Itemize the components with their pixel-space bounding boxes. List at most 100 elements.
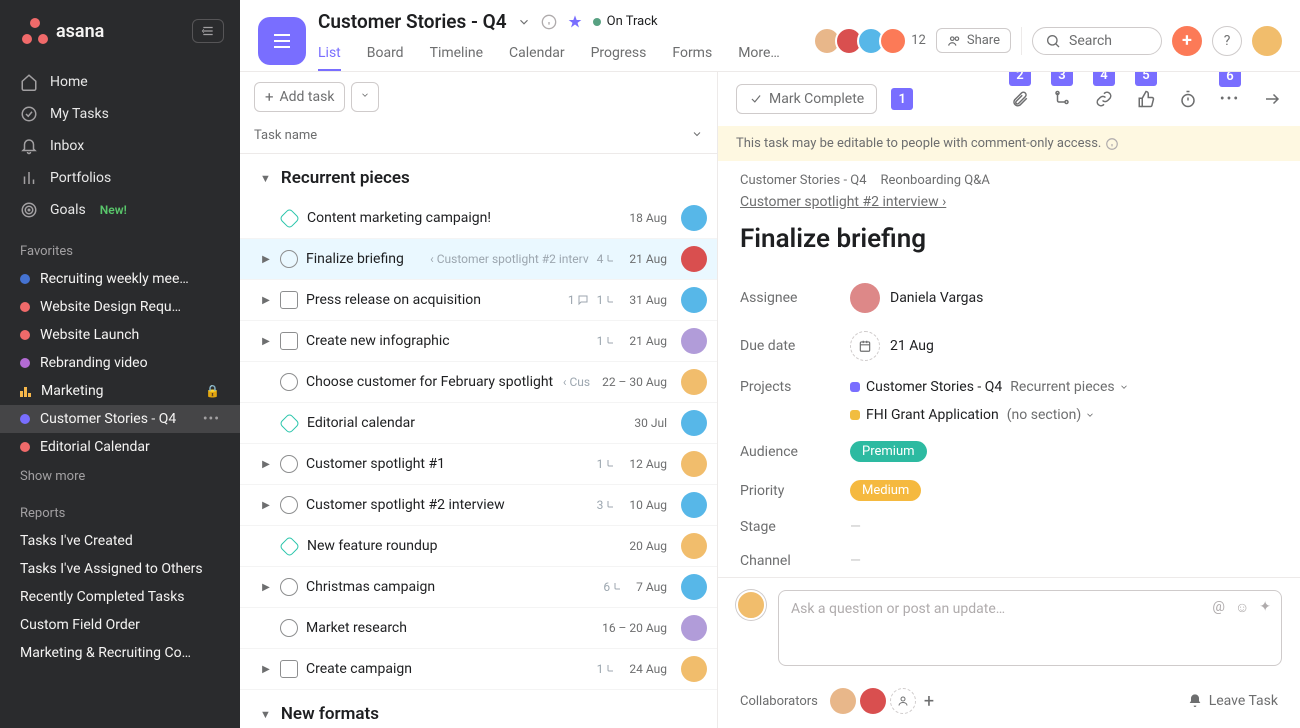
quick-add-button[interactable]: + (1172, 26, 1202, 56)
assignee-avatar[interactable] (681, 615, 707, 641)
task-title[interactable]: Finalize briefing (740, 224, 1278, 254)
project-status[interactable]: On Track (593, 14, 658, 29)
task-row[interactable]: ▶Create campaign 1 24 Aug (240, 649, 717, 690)
section-dropdown[interactable]: (no section) (1007, 407, 1096, 423)
complete-checkbox[interactable] (280, 578, 298, 596)
attachment-button[interactable]: 2 (1010, 90, 1030, 108)
add-task-dropdown[interactable] (351, 82, 379, 112)
complete-checkbox[interactable] (280, 619, 298, 637)
tab-timeline[interactable]: Timeline (430, 39, 483, 71)
caret-right-icon[interactable]: ▶ (260, 500, 272, 511)
caret-right-icon[interactable]: ▶ (260, 664, 272, 675)
favorite-item[interactable]: Editorial Calendar (0, 433, 240, 461)
nav-my-tasks[interactable]: My Tasks (0, 98, 240, 130)
assignee-avatar[interactable] (681, 328, 707, 354)
info-icon[interactable] (541, 14, 557, 30)
report-item[interactable]: Custom Field Order (0, 611, 240, 639)
tab-more…[interactable]: More… (738, 39, 780, 71)
assignee-field[interactable]: Assignee Daniela Vargas (740, 274, 1278, 322)
favorite-item[interactable]: Marketing🔒 (0, 377, 240, 405)
caret-right-icon[interactable]: ▶ (260, 254, 272, 265)
leave-task-button[interactable]: Leave Task (1187, 693, 1278, 709)
approval-icon[interactable] (279, 535, 300, 556)
assignee-avatar[interactable] (681, 205, 707, 231)
task-row[interactable]: ▶Christmas campaign 6 7 Aug (240, 567, 717, 608)
tab-progress[interactable]: Progress (591, 39, 647, 71)
more-icon[interactable]: ••• (203, 411, 220, 427)
tab-list[interactable]: List (318, 39, 341, 71)
section-header[interactable]: ▼Recurrent pieces (240, 154, 717, 198)
caret-right-icon[interactable]: ▶ (260, 295, 272, 306)
assignee-avatar[interactable] (681, 533, 707, 559)
close-detail-button[interactable] (1262, 90, 1282, 108)
projects-field[interactable]: Projects Customer Stories - Q4Recurrent … (740, 370, 1278, 432)
asana-logo[interactable]: asana (22, 18, 104, 44)
like-button[interactable]: 5 (1136, 90, 1156, 108)
subtask-button[interactable]: 3 (1052, 90, 1072, 108)
chevron-down-icon[interactable] (517, 15, 531, 29)
user-avatar[interactable] (1252, 26, 1282, 56)
star-icon[interactable]: ✦ (1259, 599, 1271, 616)
favorite-item[interactable]: Recruiting weekly mee… (0, 265, 240, 293)
task-row[interactable]: Market research 16 – 20 Aug (240, 608, 717, 649)
complete-checkbox[interactable] (280, 455, 298, 473)
task-row[interactable]: ▶Create new infographic 1 21 Aug (240, 321, 717, 362)
assignee-avatar[interactable] (681, 287, 707, 313)
approval-icon[interactable] (279, 207, 300, 228)
audience-field[interactable]: Audience Premium (740, 432, 1278, 471)
tab-board[interactable]: Board (367, 39, 404, 71)
task-row[interactable]: Choose customer for February spotlight‹ … (240, 362, 717, 403)
nav-portfolios[interactable]: Portfolios (0, 162, 240, 194)
project-icon[interactable] (258, 17, 306, 65)
tab-forms[interactable]: Forms (672, 39, 712, 71)
task-row[interactable]: ▶Finalize briefing‹ Customer spotlight #… (240, 239, 717, 280)
favorite-item[interactable]: Website Design Requ… (0, 293, 240, 321)
channel-field[interactable]: Channel — (740, 544, 1278, 577)
task-row[interactable]: ▶Customer spotlight #2 interview 3 10 Au… (240, 485, 717, 526)
mark-complete-button[interactable]: Mark Complete (736, 84, 877, 114)
nav-inbox[interactable]: Inbox (0, 130, 240, 162)
show-more-link[interactable]: Show more (0, 461, 240, 492)
task-row[interactable]: Content marketing campaign! 18 Aug (240, 198, 717, 239)
report-item[interactable]: Recently Completed Tasks (0, 583, 240, 611)
task-row[interactable]: New feature roundup 20 Aug (240, 526, 717, 567)
task-row[interactable]: Editorial calendar 30 Jul (240, 403, 717, 444)
complete-checkbox[interactable] (280, 496, 298, 514)
assignee-avatar[interactable] (681, 410, 707, 436)
more-actions-button[interactable]: 6 ••• (1220, 91, 1240, 107)
search-input[interactable]: Search (1032, 27, 1162, 55)
project-chip[interactable]: Customer Stories - Q4 (850, 379, 1002, 395)
timer-button[interactable] (1178, 90, 1198, 108)
duedate-field[interactable]: Due date 21 Aug (740, 322, 1278, 370)
complete-checkbox[interactable] (280, 373, 298, 391)
stage-field[interactable]: Stage — (740, 510, 1278, 544)
favorite-item[interactable]: Customer Stories - Q4••• (0, 405, 240, 433)
mention-icon[interactable]: @ (1212, 599, 1225, 616)
emoji-icon[interactable]: ☺ (1235, 599, 1249, 616)
copy-link-button[interactable]: 4 (1094, 90, 1114, 108)
section-dropdown[interactable]: Recurrent pieces (1010, 379, 1128, 395)
collapse-sidebar-button[interactable] (192, 19, 224, 43)
parent-task-link[interactable]: Customer spotlight #2 interview › (740, 194, 946, 210)
nav-home[interactable]: Home (0, 66, 240, 98)
add-task-button[interactable]: + Add task (254, 82, 345, 112)
add-collaborator-button[interactable]: + (924, 691, 934, 712)
report-item[interactable]: Tasks I've Created (0, 527, 240, 555)
collaborator-avatars[interactable]: + (830, 688, 934, 714)
chevron-down-icon[interactable] (691, 128, 703, 140)
help-button[interactable]: ? (1212, 26, 1242, 56)
complete-checkbox[interactable] (280, 250, 298, 268)
approval-icon[interactable] (279, 412, 300, 433)
assignee-avatar[interactable] (681, 246, 707, 272)
report-item[interactable]: Marketing & Recruiting Co… (0, 639, 240, 667)
tab-calendar[interactable]: Calendar (509, 39, 565, 71)
priority-field[interactable]: Priority Medium (740, 471, 1278, 510)
task-row[interactable]: ▶Customer spotlight #1 1 12 Aug (240, 444, 717, 485)
add-collaborator-dashed[interactable] (890, 688, 916, 714)
report-item[interactable]: Tasks I've Assigned to Others (0, 555, 240, 583)
milestone-icon[interactable] (280, 291, 298, 309)
caret-right-icon[interactable]: ▶ (260, 336, 272, 347)
assignee-avatar[interactable] (681, 369, 707, 395)
favorite-item[interactable]: Rebranding video (0, 349, 240, 377)
assignee-avatar[interactable] (681, 574, 707, 600)
